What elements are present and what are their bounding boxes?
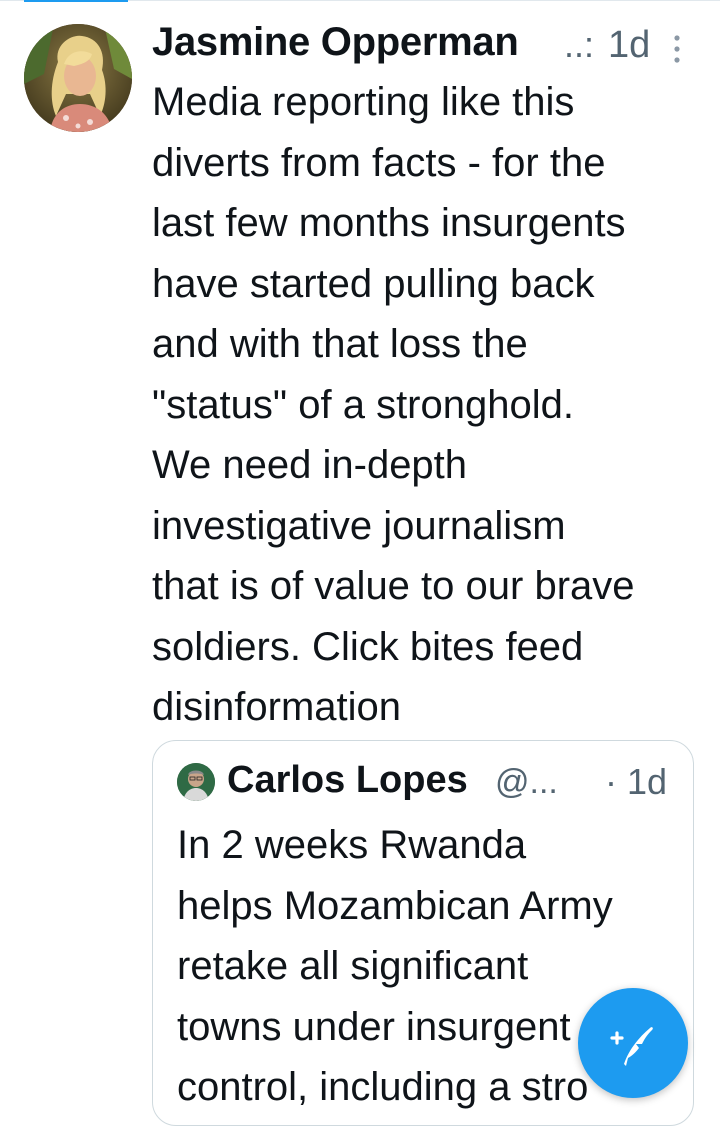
tweet-text-line: soldiers. Click bites feed xyxy=(152,624,584,669)
tweet-time[interactable]: 1d xyxy=(608,24,650,67)
tweet-text-line: investigative journalism xyxy=(152,503,566,548)
tweet-header: Jasmine Opperman ..: 1d xyxy=(152,16,712,72)
tweet-text-line: "status" of a stronghold. xyxy=(152,382,574,427)
quoted-tweet-time[interactable]: · 1d xyxy=(605,761,667,803)
tweet-text-line: and with that loss the xyxy=(152,322,528,366)
tweet[interactable]: Jasmine Opperman ..: 1d Media reporting … xyxy=(0,0,720,1130)
avatar[interactable] xyxy=(24,24,132,132)
quoted-text-line: In 2 weeks Rwanda xyxy=(177,823,527,867)
tweet-text-line: diverts from facts - for the xyxy=(152,140,606,185)
tweet-text-line: disinformation xyxy=(152,685,402,729)
tweet-text-line: that is of value to our brave xyxy=(152,564,635,608)
tweet-text-line: have started pulling back xyxy=(152,261,595,306)
tweet-text-line: We need in-depth xyxy=(152,443,468,487)
tweet-text: Media reporting like this diverts from f… xyxy=(152,72,712,738)
tweet-text-line: Media reporting like this xyxy=(152,80,575,124)
quoted-text-line: helps Mozambican Army xyxy=(177,883,613,928)
quoted-avatar[interactable] xyxy=(177,763,215,801)
more-vertical-icon[interactable] xyxy=(672,34,682,64)
quoted-author-name[interactable]: Carlos Lopes xyxy=(227,759,468,802)
author-handle[interactable]: ..: xyxy=(564,24,594,66)
quoted-author-handle[interactable]: @... xyxy=(495,763,558,802)
quoted-text-line: retake all significant xyxy=(177,944,529,988)
author-name[interactable]: Jasmine Opperman xyxy=(152,20,519,65)
compose-tweet-button[interactable] xyxy=(578,988,688,1098)
tweet-text-line: last few months insurgents xyxy=(152,201,626,245)
compose-tweet-icon xyxy=(610,1027,653,1066)
